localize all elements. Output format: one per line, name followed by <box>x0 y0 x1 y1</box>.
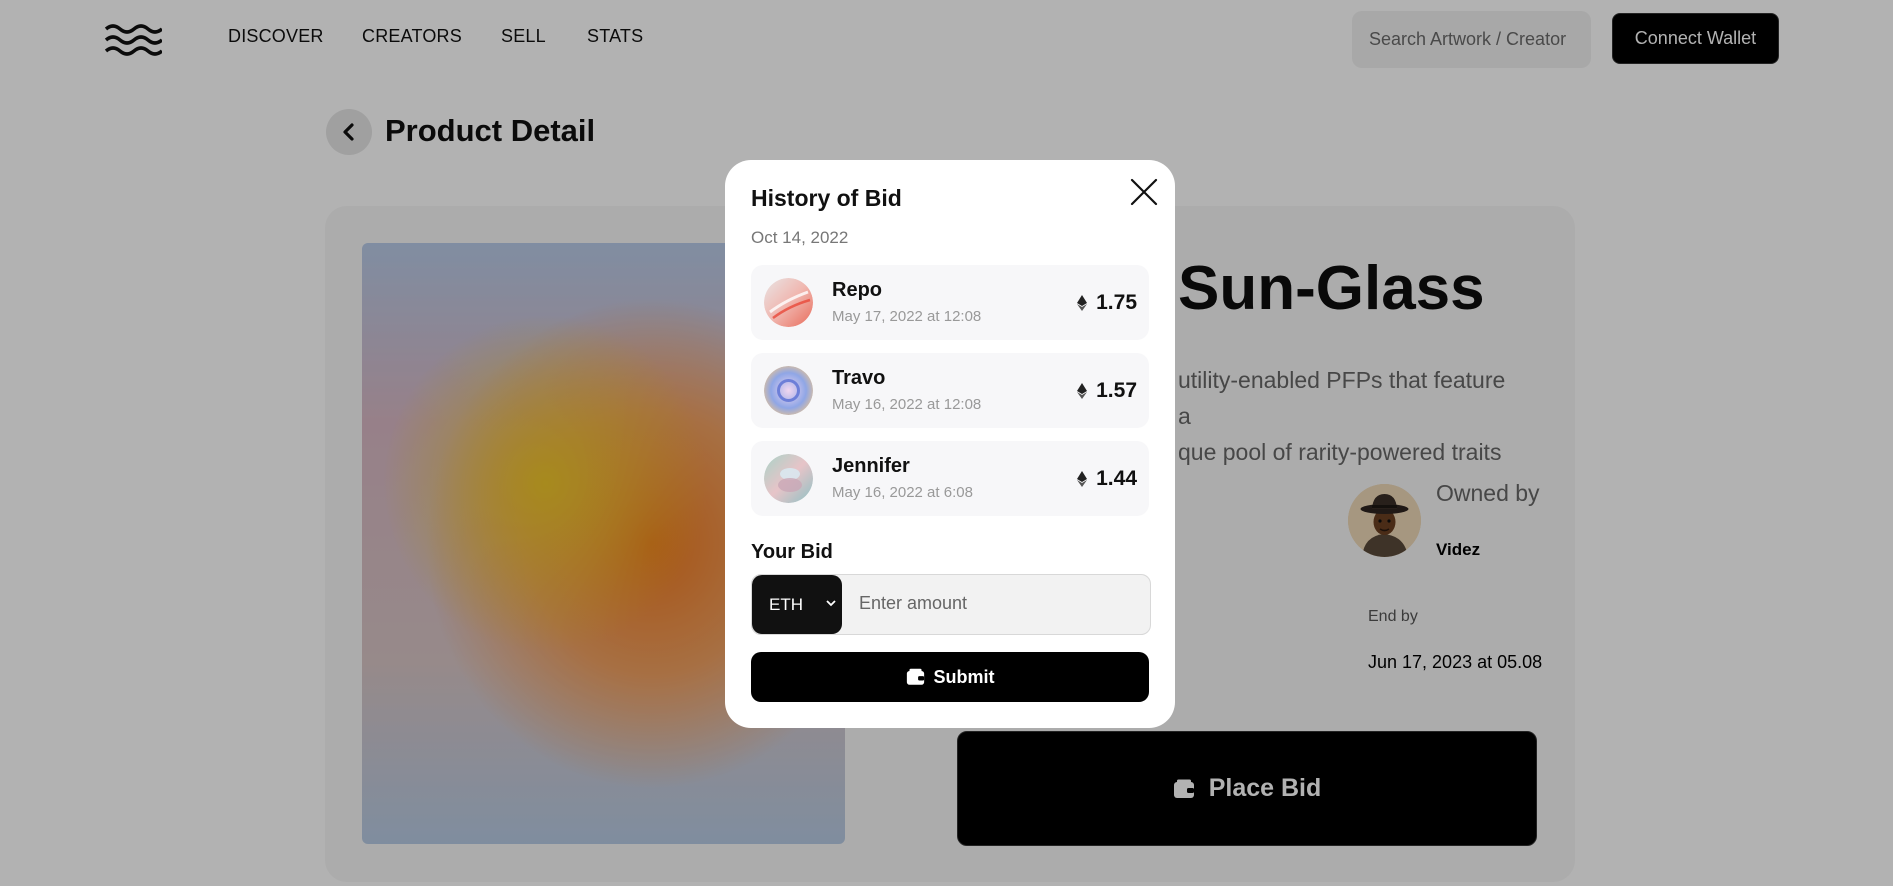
bid-amount: 1.57 <box>1077 379 1137 403</box>
modal-date: Oct 14, 2022 <box>751 228 849 247</box>
bidder-avatar <box>764 366 813 415</box>
currency-select[interactable]: ETH <box>752 575 842 634</box>
ethereum-icon <box>1077 295 1088 311</box>
submit-button[interactable]: Submit <box>751 652 1149 702</box>
bidder-name: Travo <box>832 367 886 389</box>
currency-value: ETH <box>769 594 803 614</box>
ethereum-icon <box>1077 383 1088 399</box>
bid-amount: 1.44 <box>1077 467 1137 491</box>
bid-row[interactable]: Travo May 16, 2022 at 12:08 1.57 <box>751 353 1149 428</box>
chevron-down-icon <box>826 600 836 607</box>
wallet-icon <box>906 668 924 685</box>
bid-row[interactable]: Repo May 17, 2022 at 12:08 1.75 <box>751 265 1149 340</box>
modal-title: History of Bid <box>751 185 902 211</box>
bid-amount-value: 1.44 <box>1096 467 1137 490</box>
ethereum-icon <box>1077 471 1088 487</box>
submit-label: Submit <box>933 666 995 687</box>
amount-input[interactable] <box>842 575 1148 632</box>
bid-time: May 17, 2022 at 12:08 <box>832 308 982 325</box>
bid-amount: 1.75 <box>1077 291 1137 315</box>
bidder-avatar <box>764 454 813 503</box>
bid-amount-value: 1.75 <box>1096 291 1137 314</box>
bid-history-modal: History of Bid Oct 14, 2022 Repo May 17,… <box>725 160 1175 728</box>
bidder-name: Jennifer <box>832 455 910 477</box>
bidder-name: Repo <box>832 279 882 301</box>
your-bid-label: Your Bid <box>751 541 833 563</box>
close-icon[interactable] <box>1129 177 1159 207</box>
bid-row[interactable]: Jennifer May 16, 2022 at 6:08 1.44 <box>751 441 1149 516</box>
bid-amount-value: 1.57 <box>1096 379 1137 402</box>
bid-time: May 16, 2022 at 6:08 <box>832 484 973 501</box>
bid-input-group: ETH <box>751 574 1151 635</box>
bidder-avatar <box>764 278 813 327</box>
bid-time: May 16, 2022 at 12:08 <box>832 396 982 413</box>
